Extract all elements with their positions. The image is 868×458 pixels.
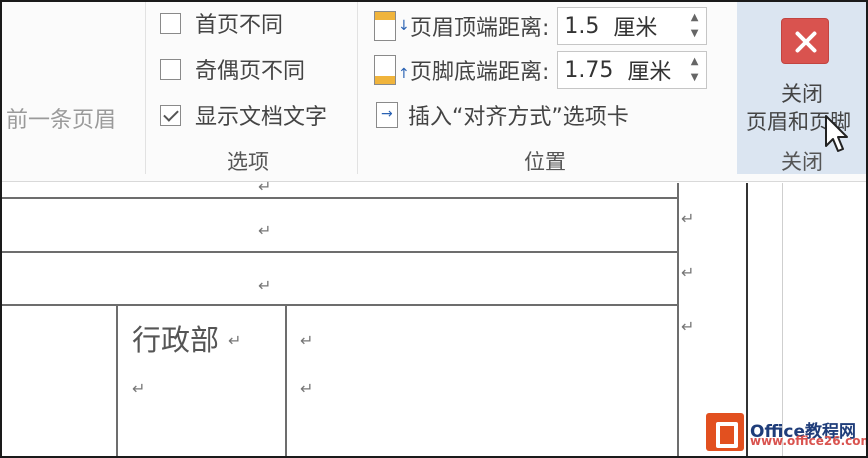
header-footer-design-ribbon: 前一条页眉 首页不同 奇偶页不同 显示文档文字 选项 ↓ 页眉顶端距离: 1.5… xyxy=(2,2,866,182)
header-distance-unit: 厘米 xyxy=(613,16,658,41)
row-end-mark: ↵ xyxy=(681,209,695,228)
office-logo-icon xyxy=(706,413,744,451)
footer-position-icon: ↑ xyxy=(374,55,410,85)
footer-distance-label: 页脚底端距离: xyxy=(410,60,550,85)
checkbox-box[interactable] xyxy=(160,58,181,80)
position-group-label: 位置 xyxy=(524,150,566,174)
footer-distance-row: ↑ 页脚底端距离: 1.75 厘米 ▲ ▼ xyxy=(374,50,708,90)
insert-alignment-tab-button[interactable]: → 插入“对齐方式”选项卡 xyxy=(376,98,629,132)
header-distance-value: 1.5 xyxy=(564,13,600,39)
paragraph-mark: ↵ xyxy=(228,331,242,350)
spin-down-arrow-icon[interactable]: ▼ xyxy=(691,73,699,83)
ribbon-group-separator xyxy=(357,2,358,174)
paragraph-mark: ↵ xyxy=(300,379,314,398)
header-distance-label: 页眉顶端距离: xyxy=(410,16,550,41)
checkbox-label: 首页不同 xyxy=(195,13,284,38)
checkbox-label: 奇偶页不同 xyxy=(195,59,306,84)
paragraph-mark: ↵ xyxy=(258,177,272,196)
paragraph-mark: ↵ xyxy=(258,276,272,295)
different-first-page-checkbox[interactable]: 首页不同 xyxy=(160,8,283,38)
header-distance-row: ↓ 页眉顶端距离: 1.5 厘米 ▲ ▼ xyxy=(374,6,708,46)
checkbox-label: 显示文档文字 xyxy=(195,105,328,130)
spin-down-arrow-icon[interactable]: ▼ xyxy=(691,29,699,39)
row-end-mark: ↵ xyxy=(681,317,695,336)
footer-distance-value: 1.75 xyxy=(564,57,614,83)
previous-header-button[interactable]: 前一条页眉 xyxy=(6,102,116,134)
table-border xyxy=(2,304,678,306)
table-border xyxy=(2,197,678,199)
spin-up-arrow-icon[interactable]: ▲ xyxy=(691,13,699,23)
paragraph-mark: ↵ xyxy=(258,221,272,240)
checkbox-box-checked[interactable] xyxy=(160,104,181,126)
insert-alignment-tab-label: 插入“对齐方式”选项卡 xyxy=(408,105,629,130)
table-border xyxy=(285,304,287,456)
show-document-text-checkbox[interactable]: 显示文档文字 xyxy=(160,100,327,130)
header-distance-spinner[interactable]: 1.5 厘米 ▲ ▼ xyxy=(557,7,708,45)
table-border xyxy=(677,183,679,456)
footer-distance-spinner[interactable]: 1.75 厘米 ▲ ▼ xyxy=(557,51,708,89)
spin-up-arrow-icon[interactable]: ▲ xyxy=(691,57,699,67)
footer-distance-unit: 厘米 xyxy=(627,60,672,85)
header-position-icon: ↓ xyxy=(374,11,410,41)
close-header-footer-label-line1[interactable]: 关闭 xyxy=(781,78,823,108)
table-border xyxy=(116,304,118,456)
ribbon-group-separator xyxy=(145,2,146,174)
close-group-label: 关闭 xyxy=(781,150,823,174)
row-end-mark: ↵ xyxy=(681,263,695,282)
paragraph-mark: ↵ xyxy=(132,379,146,398)
different-odd-even-checkbox[interactable]: 奇偶页不同 xyxy=(160,54,305,84)
table-border xyxy=(2,251,678,253)
insert-alignment-tab-icon: → xyxy=(376,102,398,128)
paragraph-mark: ↵ xyxy=(300,331,314,350)
checkbox-box[interactable] xyxy=(160,12,181,34)
options-group-label: 选项 xyxy=(227,150,269,174)
table-cell-text[interactable]: 行政部 xyxy=(132,317,219,359)
word-window: 前一条页眉 首页不同 奇偶页不同 显示文档文字 选项 ↓ 页眉顶端距离: 1.5… xyxy=(0,0,868,458)
close-icon[interactable] xyxy=(781,18,829,64)
watermark-url: www.office26.com xyxy=(750,434,868,448)
